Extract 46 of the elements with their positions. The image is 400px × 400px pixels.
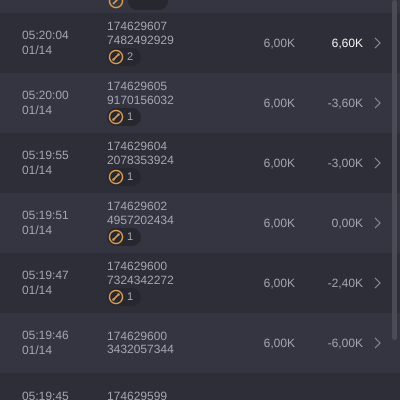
- result-text: -6,00K: [326, 336, 363, 350]
- time-text: 05:19:46: [22, 329, 70, 342]
- count-text: 1: [127, 111, 134, 123]
- result-text: -3,60K: [326, 96, 363, 110]
- date-text: 01/14: [22, 284, 54, 297]
- id-text: 174629600: [107, 330, 168, 343]
- id-text: 7324342272: [107, 274, 175, 287]
- id-text: 174629600: [107, 260, 168, 274]
- amount-text: 6,00K: [262, 336, 295, 350]
- amount-text: 6,00K: [262, 216, 295, 230]
- result-text: 6,60K: [330, 36, 363, 50]
- result-text: -2,40K: [326, 276, 363, 290]
- count-text: 2: [127, 51, 134, 63]
- list-row[interactable]: 05:19:46 01/14 174629600 3432057344 6,00K -6,00K: [0, 313, 400, 373]
- id-text: 174629602: [107, 200, 168, 214]
- result-text: -3,00K: [326, 156, 363, 170]
- list-row[interactable]: 05:20:00 01/14 174629605 9170156032 1 6,00K -3,60K: [0, 73, 400, 133]
- date-text: 01/14: [22, 164, 54, 177]
- time-text: 05:20:00: [22, 89, 70, 102]
- amount-text: 6,00K: [262, 156, 295, 170]
- time-text: 05:20:04: [22, 29, 70, 42]
- id-text: 174629604: [107, 140, 168, 154]
- id-text: 3432057344: [107, 343, 175, 356]
- result-text: 0,00K: [330, 216, 363, 230]
- date-text: 01/14: [22, 44, 54, 57]
- list-row[interactable]: 05:19:51 01/14 174629602 4957202434 1 6,00K 0,00K: [0, 193, 400, 253]
- id-text: 9170156032: [107, 94, 175, 107]
- id-text: 174629605: [107, 80, 168, 94]
- amount-text: 6,00K: [262, 36, 295, 50]
- date-text: 01/14: [22, 104, 54, 117]
- count-text: 1: [127, 171, 134, 183]
- date-text: 01/14: [22, 224, 54, 237]
- time-text: 05:19:47: [22, 269, 70, 282]
- count-text: 1: [127, 231, 134, 243]
- id-text: 4957202434: [107, 214, 175, 227]
- time-text: 05:19:45: [22, 390, 70, 400]
- time-text: 05:19:55: [22, 149, 70, 162]
- time-text: 05:19:51: [22, 209, 70, 222]
- date-text: 01/14: [22, 344, 54, 357]
- count-text: 1: [127, 291, 134, 303]
- amount-text: 6,00K: [262, 96, 295, 110]
- id-text: 2078353924: [107, 154, 175, 167]
- id-text: 174629599: [107, 390, 168, 400]
- amount-text: 6,00K: [262, 276, 295, 290]
- id-text: 7482492929: [107, 34, 175, 47]
- id-text: 174629607: [107, 20, 168, 34]
